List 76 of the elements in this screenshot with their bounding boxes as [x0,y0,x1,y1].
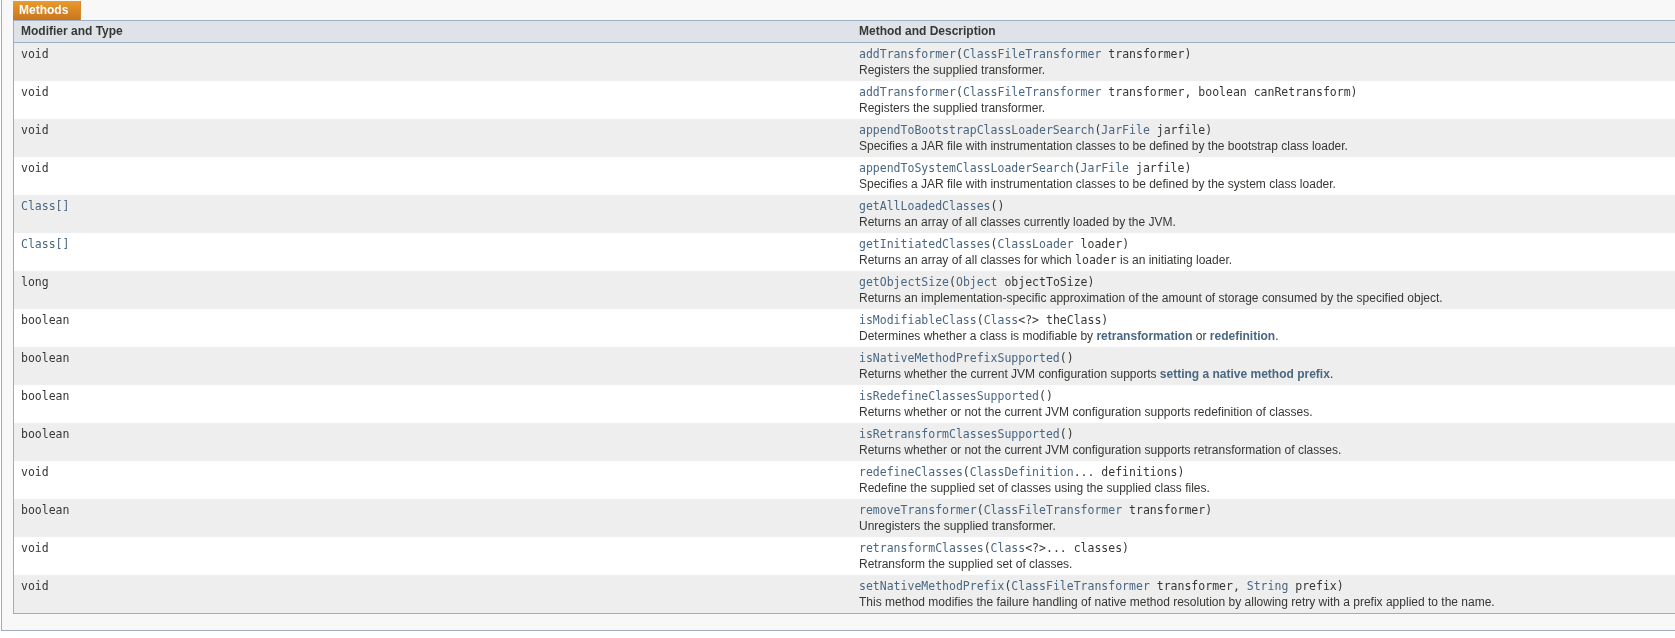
return-type: void [21,47,49,61]
return-type: boolean [21,351,70,365]
link[interactable]: redefineClasses [859,465,963,479]
method-signature: addTransformer(ClassFileTransformer transformer) [859,46,1193,62]
method-signature: setNativeMethodPrefix(ClassFileTransformer transformer, String prefix) [859,578,1345,594]
return-type-link[interactable]: Class[] [21,237,70,251]
link[interactable]: isModifiableClass [859,313,977,327]
return-type: boolean [21,389,70,403]
link[interactable]: removeTransformer [859,503,977,517]
link[interactable]: addTransformer [859,85,956,99]
link[interactable]: appendToSystemClassLoaderSearch [859,161,1074,175]
return-type: boolean [21,503,70,517]
link[interactable]: Class [990,541,1026,555]
method-signature: getInitiatedClasses(ClassLoader loader) [859,236,1131,252]
link[interactable]: setNativeMethodPrefix [859,579,1005,593]
link[interactable]: setting a native method prefix [1159,367,1330,381]
return-type: void [21,85,49,99]
link[interactable]: retransformClasses [859,541,984,555]
return-type: long [21,275,49,289]
column-header: Modifier and Type [20,23,124,40]
method-signature: isNativeMethodPrefixSupported() [859,350,1075,366]
link[interactable]: JarFile [1101,123,1150,137]
return-type: void [21,161,49,175]
method-signature: addTransformer(ClassFileTransformer transformer, boolean canRetransform) [859,84,1359,100]
method-signature: removeTransformer(ClassFileTransformer transformer) [859,502,1214,518]
link[interactable]: JarFile [1080,161,1130,175]
link[interactable]: ClassFileTransformer [962,47,1102,61]
link[interactable]: addTransformer [859,47,956,61]
method-description: Returns whether or not the current JVM configuration supports redefinition of classes. [859,404,1314,420]
return-type: boolean [21,427,70,441]
link[interactable]: getObjectSize [859,275,949,289]
return-type: void [21,541,49,555]
link[interactable]: ClassDefinition [969,465,1074,479]
link[interactable]: String [1246,579,1289,593]
return-type-link[interactable]: Class[] [21,199,70,213]
link[interactable]: getInitiatedClasses [859,237,991,251]
method-signature: isRedefineClassesSupported() [859,388,1054,404]
method-description: Returns an implementation-specific approximation of the amount of storage consumed by the specified object. [859,290,1444,306]
method-description: Determines whether a class is modifiable by retransformation or redefinition. [859,328,1280,344]
link[interactable]: ClassFileTransformer [983,503,1123,517]
return-type: boolean [21,313,70,327]
method-signature: appendToSystemClassLoaderSearch(JarFile jarfile) [859,160,1193,176]
method-signature: getObjectSize(Object objectToSize) [859,274,1096,290]
method-description: Returns whether the current JVM configuration supports setting a native method prefix. [859,366,1335,382]
method-signature: appendToBootstrapClassLoaderSearch(JarFile jarfile) [859,122,1214,138]
method-description: Specifies a JAR file with instrumentation classes to be defined by the system class loader. [859,176,1337,192]
method-description: This method modifies the failure handling of native method resolution by allowing retry with a prefix applied to the name. [859,594,1496,610]
method-signature: getAllLoadedClasses() [859,198,1006,214]
link[interactable]: isNativeMethodPrefixSupported [859,351,1060,365]
return-type: void [21,123,49,137]
link[interactable]: retransformation [1096,329,1193,343]
link[interactable]: isRedefineClassesSupported [859,389,1039,403]
method-description: Redefine the supplied set of classes using the supplied class files. [859,480,1211,496]
link[interactable]: ClassLoader [997,237,1074,251]
link[interactable]: Object [955,275,998,289]
method-description: Returns an array of all classes for which loader is an initiating loader. [859,252,1234,268]
return-type: void [21,465,49,479]
column-header: Method and Description [858,23,997,40]
link[interactable]: appendToBootstrapClassLoaderSearch [859,123,1095,137]
link[interactable]: ClassFileTransformer [962,85,1102,99]
method-signature: redefineClasses(ClassDefinition... definitions) [859,464,1186,480]
method-signature: retransformClasses(Class<?>... classes) [859,540,1131,556]
method-description: Retransform the supplied set of classes. [859,556,1074,572]
link[interactable]: ClassFileTransformer [1011,579,1150,593]
method-description: Specifies a JAR file with instrumentation classes to be defined by the bootstrap class loader. [859,138,1349,154]
link[interactable]: Class [983,313,1019,327]
method-description: Returns an array of all classes currently loaded by the JVM. [859,214,1177,230]
link[interactable]: isRetransformClassesSupported [859,427,1060,441]
link[interactable]: getAllLoadedClasses [859,199,991,213]
method-description: Registers the supplied transformer. [859,100,1047,116]
method-description: Unregisters the supplied transformer. [859,518,1057,534]
method-signature: isRetransformClassesSupported() [859,426,1075,442]
method-description: Registers the supplied transformer. [859,62,1047,78]
method-signature: isModifiableClass(Class<?> theClass) [859,312,1110,328]
method-description: Returns whether or not the current JVM configuration supports retransformation of classes. [859,442,1343,458]
return-type: void [21,579,49,593]
